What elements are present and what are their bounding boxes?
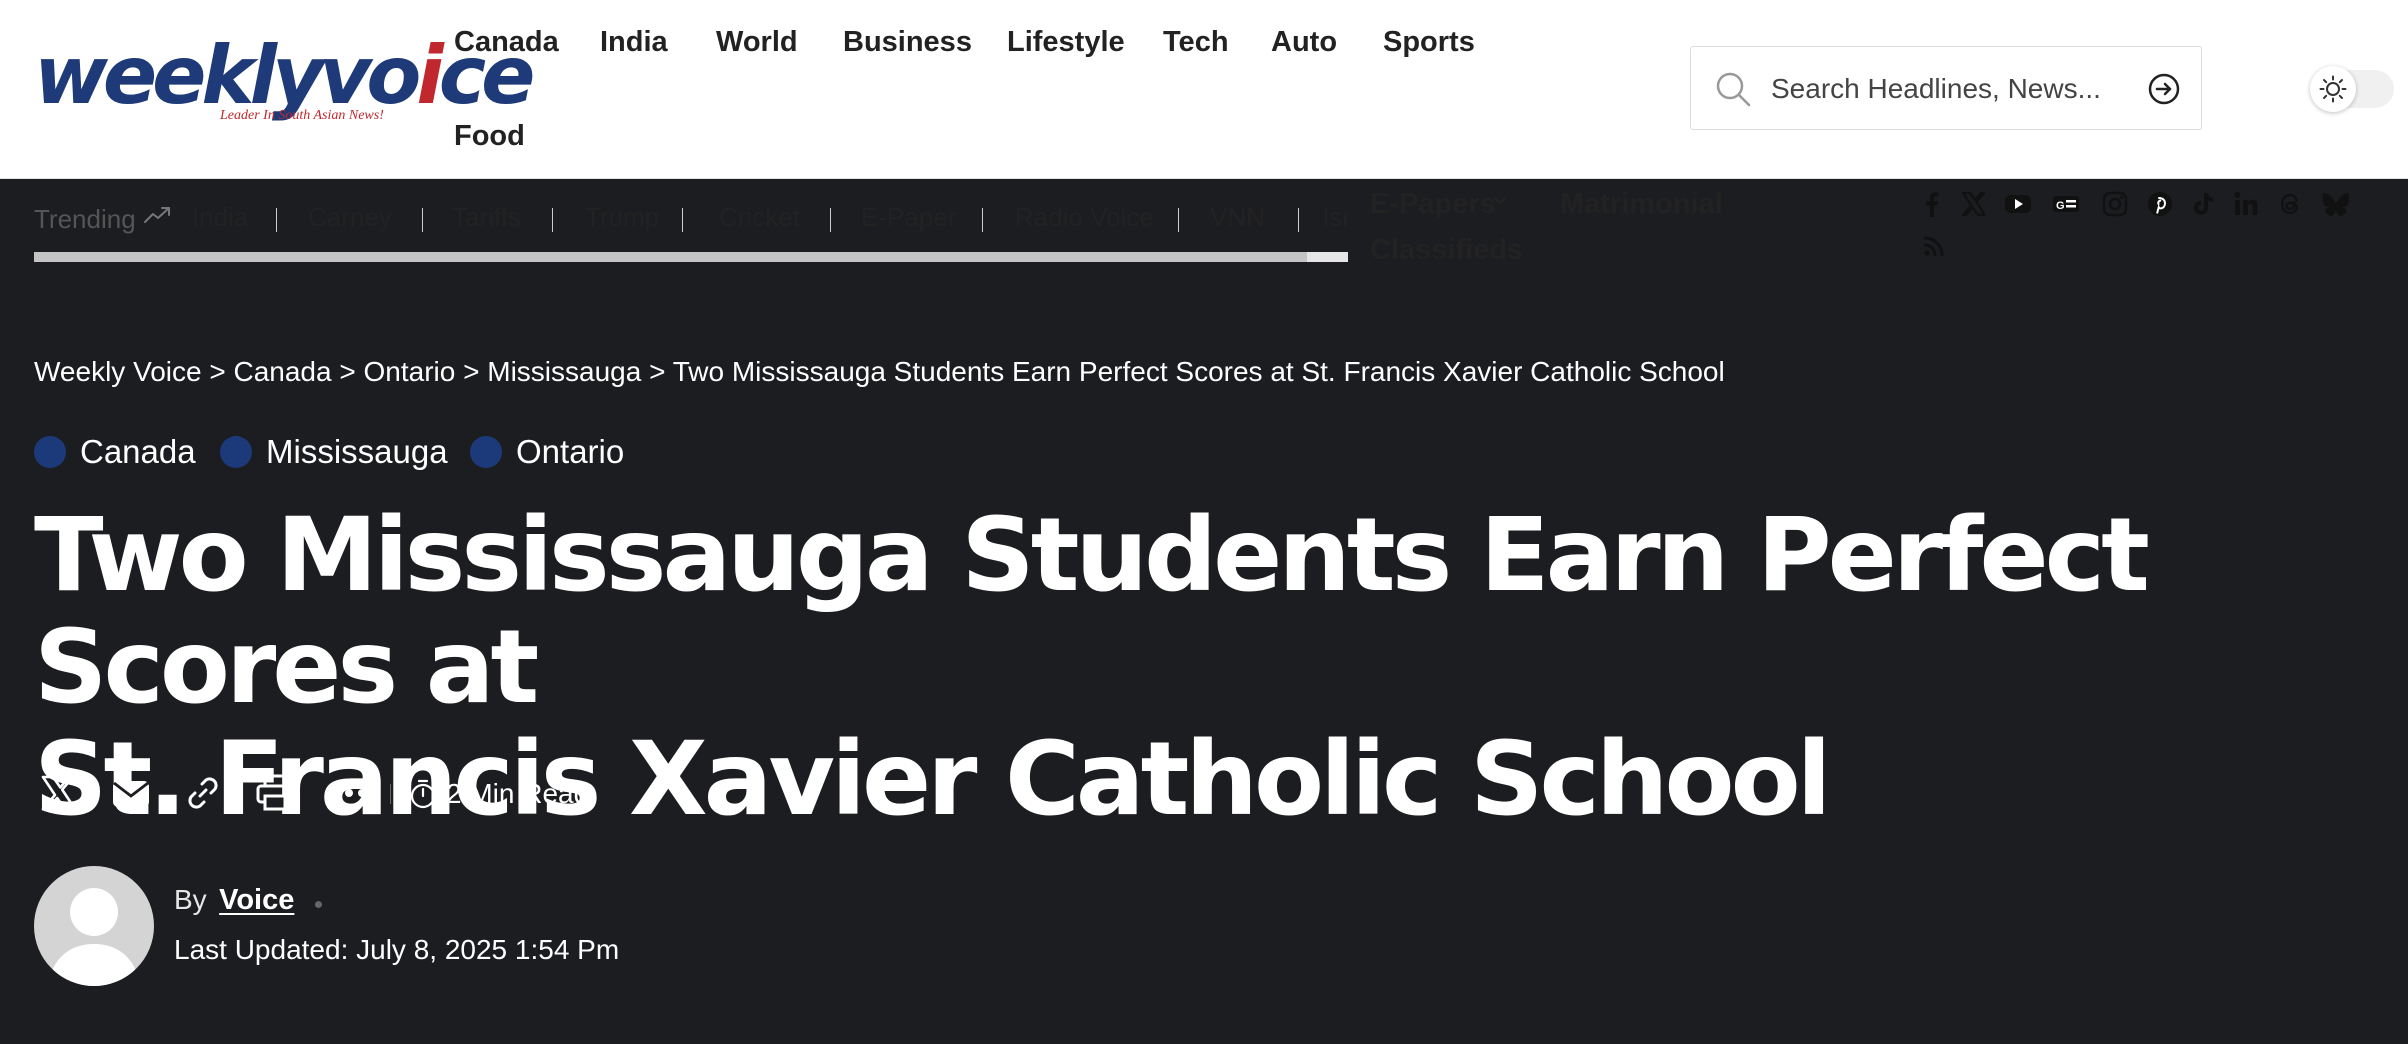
matrimonial-link[interactable]: Matrimonial (1560, 188, 1723, 221)
svg-text:G: G (2056, 200, 2065, 212)
pinterest-icon[interactable] (2146, 190, 2174, 218)
category-label: Ontario (516, 433, 625, 470)
breadcrumb-current: Two Mississauga Students Earn Perfect Sc… (672, 356, 1725, 387)
category-label: Mississauga (266, 433, 448, 470)
category-label: Canada (80, 433, 196, 470)
nav-item-canada[interactable]: Canada (454, 26, 559, 59)
stopwatch-icon (410, 779, 436, 809)
site-header: weeklyvoice Leader In South Asian News! … (0, 0, 2408, 266)
bluesky-icon[interactable] (2322, 190, 2350, 218)
trending-separator (422, 208, 423, 232)
share-email-button[interactable] (106, 768, 156, 818)
article-title-line-1: Two Mississauga Students Earn Perfect Sc… (34, 496, 2150, 727)
sun-icon (2319, 75, 2347, 103)
nav-item-lifestyle[interactable]: Lifestyle (1007, 26, 1125, 59)
trending-scrollbar-thumb[interactable] (34, 252, 1307, 262)
chevron-down-icon (1493, 196, 1507, 205)
trending-separator (552, 208, 553, 232)
trending-separator (982, 208, 983, 232)
more-share-button[interactable] (324, 768, 374, 818)
by-label: By (174, 884, 207, 915)
google-news-icon[interactable]: G (2052, 190, 2080, 218)
instagram-icon[interactable] (2101, 190, 2129, 218)
search-submit-icon[interactable] (2147, 72, 2181, 106)
breadcrumb-ontario[interactable]: Ontario (364, 356, 456, 387)
trending-item-vnn[interactable]: VNN (1210, 202, 1265, 233)
printer-icon (256, 774, 294, 811)
breadcrumb-separator: > (463, 356, 488, 387)
x-icon (41, 775, 77, 811)
byline: By Voice (174, 884, 322, 917)
youtube-icon[interactable] (2004, 190, 2032, 218)
trending-list: India Carney Tariffs Trump Cricket E-Pap… (192, 196, 1349, 240)
copy-link-button[interactable] (178, 768, 228, 818)
breadcrumb-canada[interactable]: Canada (233, 356, 331, 387)
trending-item-tariffs[interactable]: Tariffs (452, 202, 521, 233)
breadcrumb-separator: > (209, 356, 234, 387)
logo-tagline: Leader In South Asian News! (220, 108, 384, 123)
article-title-line-2: St. Francis Xavier Catholic School (34, 720, 1832, 839)
author-avatar[interactable] (34, 866, 154, 986)
link-icon (188, 777, 218, 809)
trending-separator (682, 208, 683, 232)
email-icon (113, 781, 149, 807)
read-time-label: 2 Min Read (446, 778, 590, 809)
trending-label: Trending (34, 204, 136, 234)
trending-item-carney[interactable]: Carney (308, 202, 392, 233)
trending-separator (276, 208, 277, 232)
trending-item-india[interactable]: India (192, 202, 248, 233)
tiktok-icon[interactable] (2189, 190, 2217, 218)
header-bottom-border (0, 178, 2408, 179)
category-dot (220, 436, 252, 468)
trending-separator (1178, 208, 1179, 232)
nav-item-india[interactable]: India (600, 26, 668, 59)
nav-item-auto[interactable]: Auto (1271, 26, 1337, 59)
nav-item-sports[interactable]: Sports (1383, 26, 1475, 59)
nav-item-world[interactable]: World (716, 26, 798, 59)
breadcrumb-separator: > (649, 356, 673, 387)
share-x-button[interactable] (34, 768, 84, 818)
dark-mode-toggle[interactable] (2310, 66, 2394, 112)
category-dot (470, 436, 502, 468)
breadcrumb-home[interactable]: Weekly Voice (34, 356, 202, 387)
linkedin-icon[interactable] (2232, 190, 2260, 218)
trending-separator (830, 208, 831, 232)
breadcrumb-separator: > (339, 356, 364, 387)
epapers-menu[interactable]: E-Papers (1370, 188, 1496, 221)
article-title: Two Mississauga Students Earn Perfect Sc… (34, 500, 2374, 836)
classifieds-link[interactable]: Classifieds (1370, 234, 1523, 267)
x-icon[interactable] (1960, 190, 1988, 218)
nav-item-business[interactable]: Business (843, 26, 972, 59)
breadcrumb-mississauga[interactable]: Mississauga (487, 356, 641, 387)
threads-icon[interactable] (2276, 190, 2304, 218)
more-dots-icon (332, 789, 366, 797)
author-link[interactable]: Voice (219, 884, 294, 916)
trending-item-radio-voice[interactable]: Radio Voice (1015, 202, 1154, 233)
search-icon[interactable] (1713, 69, 1753, 109)
facebook-icon[interactable] (1918, 190, 1946, 218)
user-placeholder-icon (48, 888, 140, 986)
site-logo[interactable]: weeklyvoice Leader In South Asian News! (34, 29, 535, 136)
last-updated: Last Updated: July 8, 2025 1:54 Pm (174, 934, 620, 965)
trending-item-israel[interactable]: Israel (1322, 202, 1349, 233)
trending-up-icon (144, 207, 170, 223)
trending-item-cricket[interactable]: Cricket (719, 202, 800, 233)
category-dot (34, 436, 66, 468)
trending-item-e-paper[interactable]: E-Paper (861, 202, 956, 233)
toggle-knob (2310, 66, 2356, 112)
trending-item-trump[interactable]: Trump (585, 202, 659, 233)
search-box (1690, 46, 2202, 130)
trending-separator (1298, 208, 1299, 232)
nav-item-tech[interactable]: Tech (1163, 26, 1229, 59)
rss-icon[interactable] (1922, 234, 1946, 258)
logo-wordmark: weeklyvoice (34, 29, 535, 122)
nav-item-food[interactable]: Food (454, 120, 525, 153)
breadcrumb: Weekly Voice > Canada > Ontario > Missis… (34, 356, 1725, 388)
search-input[interactable] (1769, 65, 2113, 113)
print-button[interactable] (250, 768, 300, 818)
share-separator (390, 784, 391, 804)
byline-dot (314, 901, 322, 909)
